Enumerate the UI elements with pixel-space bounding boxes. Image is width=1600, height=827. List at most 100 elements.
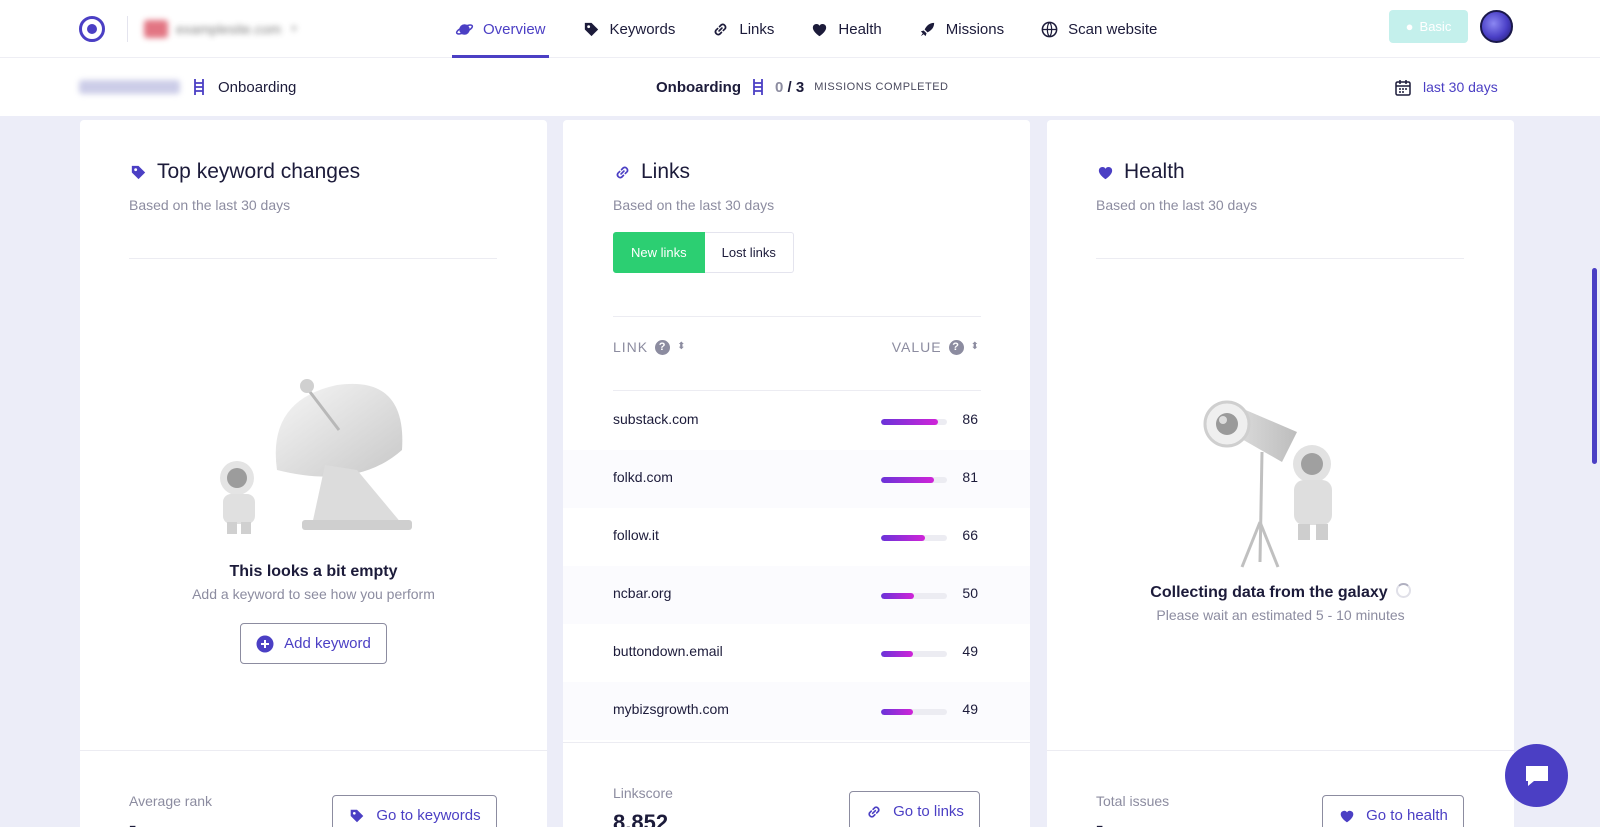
row-value: 49 bbox=[962, 701, 978, 717]
plan-label: Basic bbox=[1419, 19, 1452, 34]
card-title-text: Links bbox=[641, 160, 691, 183]
app-logo-icon[interactable] bbox=[79, 16, 105, 42]
divider bbox=[1047, 750, 1514, 751]
help-icon[interactable]: ? bbox=[948, 339, 964, 355]
nav-overview[interactable]: Overview bbox=[452, 0, 549, 58]
total-issues-label: Total issues bbox=[1096, 793, 1170, 809]
value-bar-fill bbox=[881, 419, 938, 425]
scrollbar[interactable] bbox=[1592, 268, 1597, 464]
missions-count: 0 / 3 bbox=[775, 79, 804, 96]
tab-new-links[interactable]: New links bbox=[613, 232, 705, 273]
row-link[interactable]: ncbar.org bbox=[613, 585, 671, 601]
row-link[interactable]: follow.it bbox=[613, 527, 659, 543]
value-bar bbox=[881, 709, 947, 715]
column-header-link[interactable]: LINK ? ⬍ bbox=[613, 339, 687, 355]
sort-icon[interactable]: ⬍ bbox=[971, 342, 980, 352]
row-link[interactable]: mybizsgrowth.com bbox=[613, 701, 729, 717]
nav-missions[interactable]: Missions bbox=[915, 0, 1007, 58]
globe-icon bbox=[1041, 21, 1058, 37]
row-value: 86 bbox=[962, 411, 978, 427]
chat-icon bbox=[1525, 765, 1548, 786]
divider bbox=[613, 390, 981, 391]
card-subtitle: Based on the last 30 days bbox=[613, 197, 775, 213]
button-label: Go to health bbox=[1366, 807, 1448, 824]
table-row[interactable]: mybizsgrowth.com 49 bbox=[563, 682, 1030, 740]
chat-bubbles-icon: ● bbox=[1405, 19, 1414, 34]
card-title-text: Top keyword changes bbox=[157, 160, 361, 183]
tag-icon bbox=[351, 809, 364, 822]
ladder-icon bbox=[753, 79, 763, 95]
table-row[interactable]: substack.com 86 bbox=[563, 392, 1030, 450]
card-title: Health bbox=[1096, 160, 1185, 184]
row-link[interactable]: substack.com bbox=[613, 411, 699, 427]
loading-spinner-icon bbox=[1395, 583, 1411, 598]
value-bar bbox=[881, 477, 947, 483]
ladder-icon bbox=[194, 79, 204, 95]
value-bar-fill bbox=[881, 535, 925, 541]
value-bar-fill bbox=[881, 709, 914, 715]
card-subtitle: Based on the last 30 days bbox=[129, 197, 291, 213]
nav-label: Keywords bbox=[609, 20, 676, 38]
card-subtitle: Based on the last 30 days bbox=[1096, 197, 1258, 213]
value-bar bbox=[881, 419, 947, 425]
links-table: substack.com 86 folkd.com 81 follow.it 6… bbox=[563, 392, 1030, 740]
go-to-health-button[interactable]: Go to health bbox=[1322, 795, 1464, 827]
table-row[interactable]: ncbar.org 50 bbox=[563, 566, 1030, 624]
collecting-status-text: Collecting data from the galaxy bbox=[1150, 584, 1388, 601]
divider bbox=[80, 750, 547, 751]
chat-button[interactable] bbox=[1505, 744, 1568, 807]
divider bbox=[129, 258, 497, 259]
row-value: 81 bbox=[962, 469, 978, 485]
plan-button[interactable]: ● Basic bbox=[1389, 10, 1468, 43]
plus-circle-icon bbox=[256, 635, 274, 652]
nav-label: Scan website bbox=[1068, 20, 1158, 38]
avatar[interactable] bbox=[1480, 10, 1513, 43]
link-icon bbox=[868, 805, 880, 818]
column-header-label: VALUE bbox=[891, 339, 942, 355]
table-row[interactable]: folkd.com 81 bbox=[563, 450, 1030, 508]
astronaut-telescope-illustration bbox=[1203, 400, 1332, 568]
flag-icon bbox=[144, 20, 168, 38]
card-title: Top keyword changes bbox=[129, 160, 360, 184]
empty-state-title: This looks a bit empty bbox=[229, 563, 398, 580]
missions-done: 0 bbox=[775, 78, 784, 96]
table-row[interactable]: buttondown.email 49 bbox=[563, 624, 1030, 682]
nav-links[interactable]: Links bbox=[708, 0, 777, 58]
sort-icon[interactable]: ⬍ bbox=[677, 342, 686, 352]
column-header-label: LINK bbox=[613, 339, 649, 355]
help-icon[interactable]: ? bbox=[655, 339, 671, 355]
nav-label: Overview bbox=[483, 20, 546, 38]
button-label: Add keyword bbox=[284, 635, 371, 652]
go-to-links-button[interactable]: Go to links bbox=[849, 791, 980, 827]
tag-icon bbox=[131, 165, 146, 179]
onboarding-center-label: Onboarding bbox=[656, 78, 741, 96]
tag-icon bbox=[584, 22, 598, 36]
add-keyword-button[interactable]: Add keyword bbox=[240, 623, 387, 664]
main-nav: Overview Keywords Links Health Missions … bbox=[452, 0, 1190, 58]
value-bar bbox=[881, 651, 947, 657]
column-header-value[interactable]: VALUE ? ⬍ bbox=[892, 339, 980, 355]
value-bar-fill bbox=[881, 651, 914, 657]
table-row[interactable]: follow.it 66 bbox=[563, 508, 1030, 566]
row-link[interactable]: folkd.com bbox=[613, 469, 673, 485]
row-value: 50 bbox=[962, 585, 978, 601]
nav-scan-website[interactable]: Scan website bbox=[1037, 0, 1160, 58]
site-selector[interactable]: examplesite.com ▼ bbox=[144, 17, 310, 41]
onboarding-status: Onboarding bbox=[79, 58, 296, 116]
go-to-keywords-button[interactable]: Go to keywords bbox=[332, 795, 497, 827]
empty-state-subtitle: Add a keyword to see how you perform bbox=[192, 586, 435, 602]
card-title: Links bbox=[613, 160, 690, 184]
row-link[interactable]: buttondown.email bbox=[613, 643, 723, 659]
planet-icon bbox=[455, 23, 474, 35]
date-range-picker[interactable]: last 30 days bbox=[1395, 58, 1498, 116]
divider bbox=[1096, 258, 1464, 259]
linkscore-label: Linkscore bbox=[613, 785, 673, 801]
heart-icon bbox=[1098, 166, 1113, 179]
divider bbox=[563, 742, 1030, 743]
value-bar bbox=[881, 593, 947, 599]
nav-keywords[interactable]: Keywords bbox=[579, 0, 679, 58]
nav-health[interactable]: Health bbox=[807, 0, 884, 58]
rocket-icon bbox=[920, 22, 934, 36]
row-value: 66 bbox=[962, 527, 978, 543]
tab-lost-links[interactable]: Lost links bbox=[704, 232, 794, 273]
